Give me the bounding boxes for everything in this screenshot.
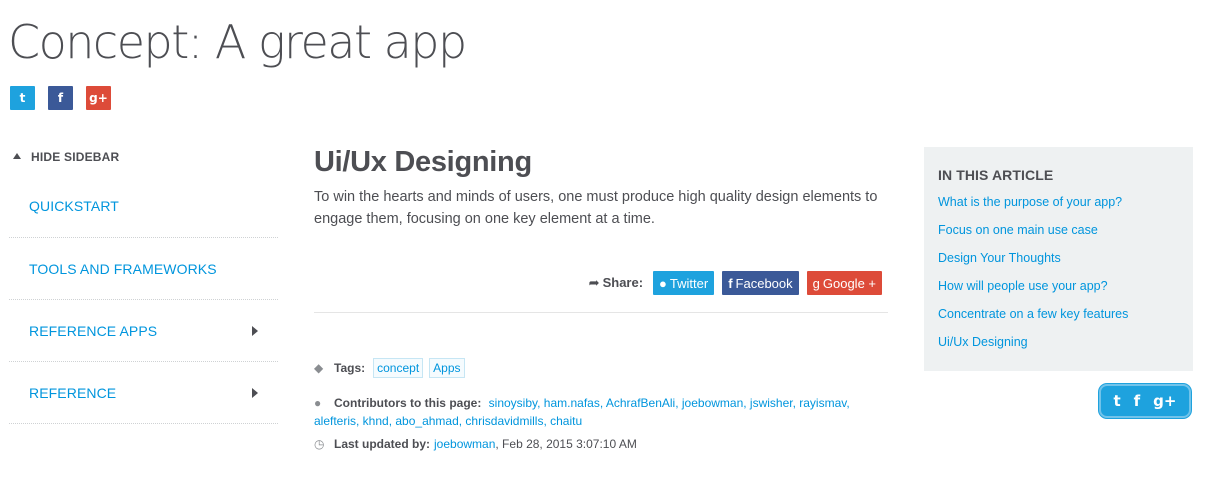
page-title: Concept: A great app <box>8 15 467 69</box>
facebook-share-button[interactable]: f <box>48 86 73 110</box>
toc-item[interactable]: How will people use your app? <box>938 277 1179 305</box>
users-icon: ● <box>314 396 322 410</box>
toc-title: IN THIS ARTICLE <box>938 167 1054 183</box>
page: Concept: A great app t f g+ HIDE SIDEBAR… <box>0 0 1209 487</box>
google-plus-icon[interactable]: g+ <box>1153 392 1176 410</box>
twitter-icon: ● <box>659 275 667 291</box>
article-intro: To win the hearts and minds of users, on… <box>314 189 878 227</box>
hide-sidebar-toggle[interactable]: HIDE SIDEBAR <box>9 140 278 174</box>
sidebar-item-reference[interactable]: REFERENCE <box>9 362 278 424</box>
share-arrow-icon: ➦ <box>588 275 600 290</box>
google-plus-icon: g <box>812 275 820 291</box>
sidebar-item-tools-and-frameworks[interactable]: TOOLS AND FRAMEWORKS <box>9 238 278 300</box>
share-label-text: Share: <box>602 275 644 290</box>
divider <box>314 312 888 313</box>
google-plus-icon: g+ <box>89 91 108 105</box>
share-label: ➦ Share: <box>589 275 643 291</box>
sidebar-item-label: REFERENCE APPS <box>29 322 158 339</box>
triangle-up-icon <box>13 153 21 159</box>
sidebar-item-reference-apps[interactable]: REFERENCE APPS <box>9 300 278 362</box>
twitter-icon: t <box>19 91 26 105</box>
facebook-icon: f <box>57 91 64 105</box>
facebook-label: Facebook <box>735 275 793 291</box>
sidebar: HIDE SIDEBAR QUICKSTART TOOLS AND FRAMEW… <box>9 140 278 424</box>
floating-share-bar: t f g+ <box>1099 384 1191 418</box>
last-updated-user-link[interactable]: joebowman <box>434 437 495 451</box>
tags-row: ◆ Tags: concept Apps <box>314 358 471 378</box>
sidebar-item-quickstart[interactable]: QUICKSTART <box>9 174 278 238</box>
twitter-icon[interactable]: t <box>1113 392 1120 410</box>
clock-icon: ◷ <box>314 437 325 451</box>
main-content: Ui/Ux Designing To win the hearts and mi… <box>314 142 888 451</box>
facebook-icon[interactable]: f <box>1134 392 1141 410</box>
facebook-share-button[interactable]: f Facebook <box>722 271 799 295</box>
toc-item[interactable]: What is the purpose of your app? <box>938 193 1179 221</box>
tag-apps[interactable]: Apps <box>429 358 465 378</box>
in-this-article-panel: IN THIS ARTICLE What is the purpose of y… <box>924 147 1193 371</box>
toc-item[interactable]: Ui/Ux Designing <box>938 333 1179 361</box>
share-row: ➦ Share: ● Twitter f Facebook g Google + <box>589 271 882 295</box>
twitter-label: Twitter <box>669 275 709 291</box>
google-plus-share-button[interactable]: g Google + <box>806 271 882 295</box>
header-social-buttons: t f g+ <box>10 86 111 110</box>
sidebar-item-label: TOOLS AND FRAMEWORKS <box>29 260 217 277</box>
google-plus-label: Google + <box>822 275 876 291</box>
tag-concept[interactable]: concept <box>373 358 424 378</box>
toc-item[interactable]: Design Your Thoughts <box>938 249 1179 277</box>
article-heading: Ui/Ux Designing <box>314 146 532 178</box>
hide-sidebar-label: HIDE SIDEBAR <box>31 150 120 164</box>
contributors-row: ● Contributors to this page: sinoysiby, h… <box>314 394 884 430</box>
tags-label: Tags: <box>334 361 366 375</box>
toc-item[interactable]: Concentrate on a few key features <box>938 305 1179 333</box>
twitter-share-button[interactable]: ● Twitter <box>653 271 715 295</box>
sidebar-item-label: QUICKSTART <box>29 197 119 214</box>
last-updated-row: ◷ Last updated by: joebowman, Feb 28, 2015… <box>314 437 637 451</box>
chevron-right-icon[interactable] <box>252 325 258 336</box>
facebook-icon: f <box>728 275 733 291</box>
chevron-right-icon[interactable] <box>252 387 258 398</box>
google-plus-share-button[interactable]: g+ <box>86 86 111 110</box>
last-updated-date: , Feb 28, 2015 3:07:10 AM <box>495 437 637 451</box>
contributors-label: Contributors to this page: <box>334 396 482 410</box>
toc-item[interactable]: Focus on one main use case <box>938 221 1179 249</box>
sidebar-item-label: REFERENCE <box>29 384 117 401</box>
last-updated-label: Last updated by: <box>334 437 431 451</box>
tags-icon: ◆ <box>314 361 324 375</box>
twitter-share-button[interactable]: t <box>10 86 35 110</box>
